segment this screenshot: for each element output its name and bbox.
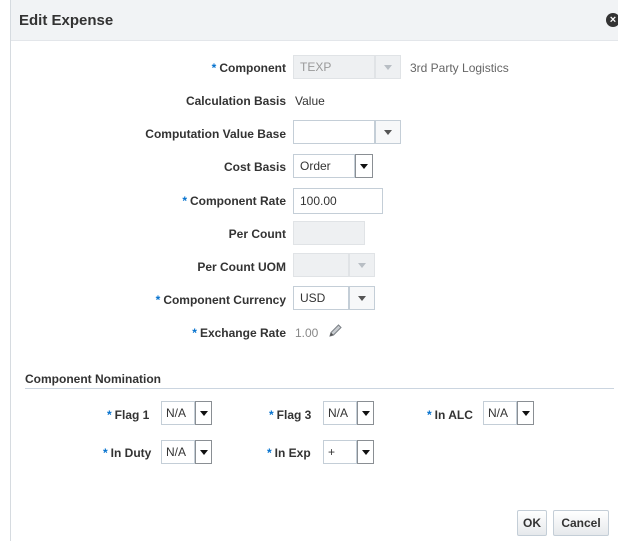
exchange-rate-label-text: Exchange Rate [199,326,286,340]
comp-currency-label-text: Component Currency [163,293,286,307]
flag3-select[interactable]: N/A [323,401,357,425]
comp-value-base-label: Computation Value Base [145,127,286,141]
per-count-uom-label: Per Count UOM [197,260,286,274]
chevron-down-icon[interactable] [349,286,375,310]
calc-basis-value: Value [295,94,325,108]
in-alc-select[interactable]: N/A [483,401,517,425]
required-marker: * [427,408,432,422]
in-alc-label: * In ALC [427,408,473,422]
chevron-down-icon[interactable] [357,401,374,425]
section-divider [25,388,614,389]
chevron-down-icon[interactable] [195,401,212,425]
in-duty-select[interactable]: N/A [161,440,195,464]
chevron-down-icon[interactable] [357,440,374,464]
comp-currency-select[interactable]: USD [293,286,349,310]
component-select: TEXP [293,55,375,79]
in-duty-label-text: In Duty [110,446,152,460]
in-duty-label: * In Duty [103,446,151,460]
comp-currency-label: * Component Currency [156,293,286,307]
required-marker: * [269,408,274,422]
per-count-label: Per Count [228,227,286,241]
required-marker: * [103,446,108,460]
chevron-down-icon[interactable] [375,120,401,144]
cancel-button[interactable]: Cancel [553,510,609,536]
comp-value-base-select[interactable] [293,120,375,144]
component-label-text: Component [219,61,286,75]
edit-expense-dialog: Edit Expense × * Component TEXP 3rd Party… [10,0,618,541]
cost-basis-label: Cost Basis [223,160,286,174]
required-marker: * [211,61,217,75]
cost-basis-select[interactable]: Order [293,154,355,178]
in-alc-label-text: In ALC [434,408,473,422]
required-marker: * [182,194,187,208]
in-exp-select[interactable]: + [323,440,357,464]
dialog-title: Edit Expense [19,12,114,29]
close-icon[interactable]: × [606,13,618,27]
flag3-label-text: Flag 3 [276,408,312,422]
comp-rate-input[interactable]: 100.00 [293,188,383,214]
chevron-down-icon [349,253,375,277]
comp-rate-label: * Component Rate [182,194,286,208]
chevron-down-icon[interactable] [195,440,212,464]
chevron-down-icon [375,55,401,79]
nomination-section-title: Component Nomination [25,372,161,386]
chevron-down-icon[interactable] [355,154,373,178]
component-label: * Component [212,61,286,75]
dialog-header: Edit Expense × [11,0,618,41]
component-description: 3rd Party Logistics [410,61,509,75]
exchange-rate-value: 1.00 [295,326,319,340]
in-exp-label: * In Exp [267,446,311,460]
flag3-label: * Flag 3 [269,408,311,422]
flag1-label: * Flag 1 [107,408,149,422]
calc-basis-label: Calculation Basis [185,94,286,108]
required-marker: * [107,408,112,422]
required-marker: * [267,446,272,460]
required-marker: * [155,293,161,307]
required-marker: * [192,326,197,340]
pencil-icon[interactable] [327,323,343,339]
chevron-down-icon[interactable] [517,401,534,425]
flag1-select[interactable]: N/A [161,401,195,425]
flag1-label-text: Flag 1 [114,408,150,422]
exchange-rate-label: * Exchange Rate [192,326,286,340]
comp-rate-label-text: Component Rate [190,194,286,208]
in-exp-label-text: In Exp [274,446,311,460]
per-count-uom-select [293,253,349,277]
ok-button[interactable]: OK [517,510,547,536]
per-count-input [293,221,365,245]
